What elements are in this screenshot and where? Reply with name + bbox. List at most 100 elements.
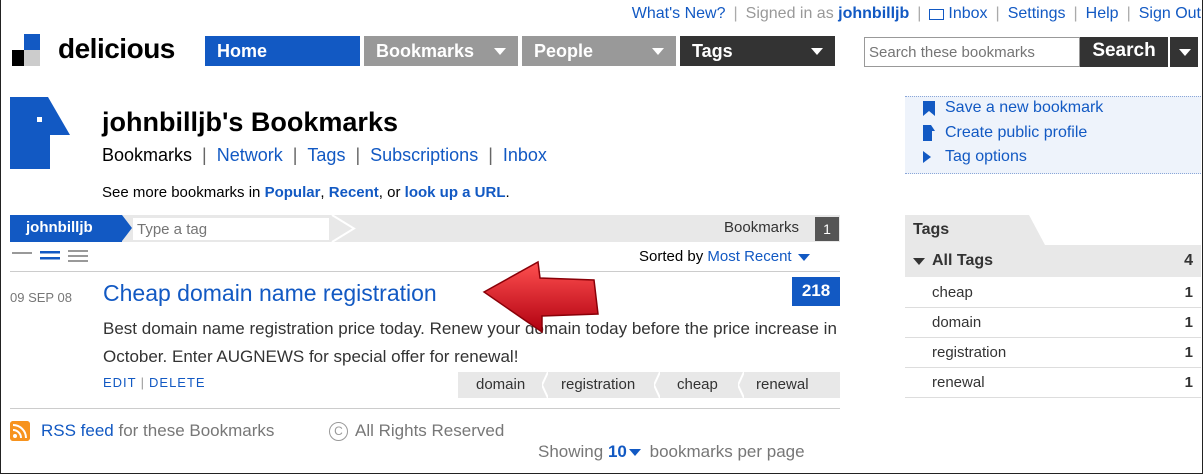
nav-tab-tags[interactable]: Tags xyxy=(680,36,835,66)
sidebar-tag-row[interactable]: domain 1 xyxy=(905,308,1201,338)
bookmark-tag[interactable]: renewal xyxy=(756,376,809,393)
all-tags-count: 4 xyxy=(1184,252,1193,269)
triangle-right-icon xyxy=(923,151,931,163)
nav-tab-home[interactable]: Home xyxy=(205,36,360,66)
sidebar-tag-row[interactable]: cheap 1 xyxy=(905,278,1201,308)
red-arrow-icon xyxy=(482,260,599,334)
bookmark-date: 09 SEP 08 xyxy=(10,290,72,305)
tag-name[interactable]: domain xyxy=(932,314,981,331)
subnav-bookmarks[interactable]: Bookmarks xyxy=(102,145,192,165)
nav-tab-bookmarks[interactable]: Bookmarks xyxy=(364,36,518,66)
inbox-icon xyxy=(929,8,945,20)
username-link[interactable]: johnbilljb xyxy=(838,5,909,22)
bookmark-description: Best domain name registration price toda… xyxy=(103,319,837,366)
rss-suffix: for these Bookmarks xyxy=(118,421,275,440)
bookmark-tags: domain registration cheap renewal xyxy=(458,372,840,398)
tag-name[interactable]: renewal xyxy=(932,374,985,391)
all-tags-label: All Tags xyxy=(932,252,994,269)
tag-name[interactable]: cheap xyxy=(932,284,973,301)
full-view-icon xyxy=(68,250,88,262)
tag-name[interactable]: registration xyxy=(932,344,1006,361)
see-more-prefix: See more bookmarks in xyxy=(102,184,261,201)
medium-view-icon xyxy=(40,251,60,260)
subnav-network[interactable]: Network xyxy=(217,145,283,165)
create-profile-link[interactable]: Create public profile xyxy=(945,124,1087,142)
popular-link[interactable]: Popular xyxy=(265,184,321,201)
rss-icon[interactable] xyxy=(10,421,30,441)
edit-link[interactable]: EDIT xyxy=(103,375,137,390)
user-filter-pill[interactable]: johnbilljb xyxy=(10,215,132,242)
sign-out-link[interactable]: Sign Out xyxy=(1139,5,1201,22)
search-input[interactable] xyxy=(864,37,1080,67)
bookmark-tag[interactable]: cheap xyxy=(677,376,718,393)
per-page-dropdown[interactable]: 10 xyxy=(608,442,627,461)
sidebar-tag-row[interactable]: registration 1 xyxy=(905,338,1201,368)
whats-new-link[interactable]: What's New? xyxy=(632,5,726,22)
lookup-url-link[interactable]: look up a URL xyxy=(405,184,506,201)
recent-link[interactable]: Recent xyxy=(329,184,379,201)
search-button[interactable]: Search xyxy=(1080,37,1168,67)
bookmark-title-link[interactable]: Cheap domain name registration xyxy=(103,280,437,307)
profile-subnav: Bookmarks | Network | Tags | Subscriptions | Inb… xyxy=(102,145,547,165)
bookmark-actions: EDIT | DELETE xyxy=(103,375,206,390)
bookmark-saves-badge[interactable]: 218 xyxy=(792,277,840,306)
sort-control: Sorted by Most Recent xyxy=(639,248,810,265)
tag-count: 1 xyxy=(1184,344,1193,361)
signed-in-label: Signed in as xyxy=(745,5,834,22)
triangle-down-icon xyxy=(913,258,925,265)
all-tags-header[interactable]: All Tags 4 xyxy=(905,245,1201,277)
tag-options-link[interactable]: Tag options xyxy=(945,148,1027,166)
chevron-down-icon xyxy=(811,48,823,55)
search-options-dropdown[interactable] xyxy=(1168,37,1198,67)
divider xyxy=(10,271,840,272)
bookmark-icon xyxy=(923,101,935,116)
bookmarks-count-label: Bookmarks xyxy=(724,219,800,236)
nav-tab-label: Bookmarks xyxy=(376,41,475,61)
subnav-subscriptions[interactable]: Subscriptions xyxy=(370,145,478,165)
sort-dropdown[interactable]: Most Recent xyxy=(707,248,791,265)
view-density-toggle[interactable] xyxy=(12,248,92,266)
sidebar-tag-row[interactable]: renewal 1 xyxy=(905,368,1201,398)
inbox-link[interactable]: Inbox xyxy=(948,5,987,22)
chevron-down-icon[interactable] xyxy=(797,253,810,261)
chevron-down-icon xyxy=(1179,49,1191,56)
nav-tab-label: People xyxy=(534,41,594,61)
bookmark-tag[interactable]: domain xyxy=(476,376,525,393)
bookmarks-count-badge: 1 xyxy=(815,217,839,241)
delete-link[interactable]: DELETE xyxy=(149,375,206,390)
copyright-text: All Rights Reserved xyxy=(355,421,505,440)
tag-divider-icon xyxy=(738,372,744,398)
help-link[interactable]: Help xyxy=(1086,5,1119,22)
see-more-suffix: . xyxy=(505,184,510,201)
chevron-down-icon xyxy=(652,48,664,55)
tag-count: 1 xyxy=(1184,374,1193,391)
profile-icon xyxy=(923,125,935,141)
settings-link[interactable]: Settings xyxy=(1008,5,1066,22)
chevron-down-icon[interactable] xyxy=(628,449,641,457)
tag-count: 1 xyxy=(1184,314,1193,331)
rss-feed-link[interactable]: RSS feed xyxy=(41,421,114,440)
nav-tab-label: Home xyxy=(217,41,268,61)
see-more-text: See more bookmarks in Popular, Recent, o… xyxy=(102,184,510,201)
page-title: johnbilljb's Bookmarks xyxy=(102,107,398,137)
compact-view-icon xyxy=(12,252,32,254)
tags-panel-tab: Tags xyxy=(905,215,1045,245)
breadcrumb-divider-icon xyxy=(331,215,356,242)
per-page-control: Showing 10 bookmarks per page xyxy=(538,442,805,462)
save-bookmark-link[interactable]: Save a new bookmark xyxy=(945,99,1103,117)
chevron-down-icon xyxy=(494,48,506,55)
subnav-inbox[interactable]: Inbox xyxy=(503,145,547,165)
tag-filter-input[interactable] xyxy=(133,218,329,240)
or-text: , or xyxy=(378,184,401,201)
showing-prefix: Showing xyxy=(538,442,604,461)
sort-label: Sorted by xyxy=(639,248,704,265)
logo-text[interactable]: delicious xyxy=(58,33,175,65)
nav-tab-people[interactable]: People xyxy=(522,36,676,66)
user-avatar-icon xyxy=(10,97,70,169)
showing-suffix: bookmarks per page xyxy=(649,442,805,461)
subnav-tags[interactable]: Tags xyxy=(307,145,345,165)
top-utility-nav: What's New? | Signed in as johnbilljb | Inbo… xyxy=(631,5,1201,22)
sidebar-actions: Save a new bookmark Create public profil… xyxy=(905,96,1201,174)
bookmark-tag[interactable]: registration xyxy=(561,376,635,393)
tag-divider-icon xyxy=(542,372,548,398)
